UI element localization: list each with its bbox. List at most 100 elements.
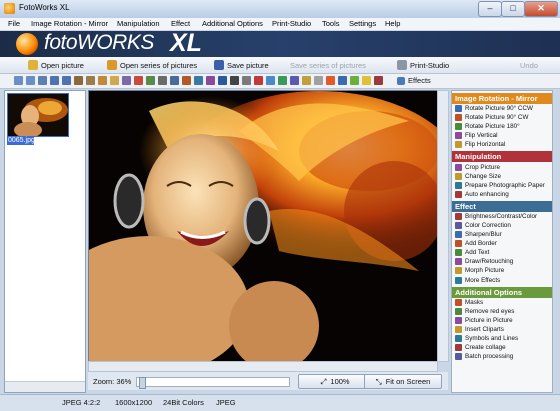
panel-item[interactable]: Flip Horizontal bbox=[452, 140, 552, 149]
menu-file[interactable]: File bbox=[8, 19, 20, 28]
panel-item[interactable]: Flip Vertical bbox=[452, 131, 552, 140]
mask-icon[interactable] bbox=[218, 76, 227, 85]
image-canvas[interactable] bbox=[88, 90, 438, 362]
crop-icon[interactable] bbox=[74, 76, 83, 85]
layer-icon[interactable] bbox=[350, 76, 359, 85]
task-icon bbox=[455, 335, 462, 343]
frame-icon[interactable] bbox=[326, 76, 335, 85]
fit-on-screen-button[interactable]: ⤡ Fit on Screen bbox=[364, 374, 442, 389]
text-tool-icon[interactable] bbox=[230, 76, 239, 85]
collage-icon[interactable] bbox=[302, 76, 311, 85]
panel-item[interactable]: Add Text bbox=[452, 248, 552, 257]
gift-icon[interactable] bbox=[374, 76, 383, 85]
undo-button[interactable]: Undo bbox=[520, 58, 538, 72]
panel-item[interactable]: Sharpen/Blur bbox=[452, 230, 552, 239]
zoom-100-button[interactable]: ⤢ 100% bbox=[298, 374, 372, 389]
menu-tools[interactable]: Tools bbox=[322, 19, 340, 28]
thumbnail-scrollbar[interactable] bbox=[5, 381, 85, 392]
rotate-180-icon[interactable] bbox=[38, 76, 47, 85]
panel-item-label: Create collage bbox=[465, 344, 506, 352]
picture-in-picture-icon[interactable] bbox=[266, 76, 275, 85]
panel-item-label: Flip Vertical bbox=[465, 132, 498, 140]
sharpen-icon[interactable] bbox=[146, 76, 155, 85]
menu-manipulation[interactable]: Manipulation bbox=[117, 19, 160, 28]
auto-enhance-icon[interactable] bbox=[110, 76, 119, 85]
panel-item[interactable]: Batch processing bbox=[452, 352, 552, 361]
close-button[interactable]: ✕ bbox=[524, 1, 558, 17]
task-icon bbox=[455, 276, 462, 284]
panel-item[interactable]: Crop Picture bbox=[452, 162, 552, 171]
save-series-button[interactable]: Save series of pictures bbox=[290, 58, 366, 72]
open-series-button[interactable]: Open series of pictures bbox=[107, 58, 197, 72]
panel-item[interactable]: Auto enhancing bbox=[452, 190, 552, 199]
panel-item[interactable]: Insert Cliparts bbox=[452, 325, 552, 334]
panel-item[interactable]: Rotate Picture 90° CCW bbox=[452, 104, 552, 113]
panel-item[interactable]: Remove red eyes bbox=[452, 307, 552, 316]
flip-vertical-icon[interactable] bbox=[50, 76, 59, 85]
shapes-icon[interactable] bbox=[242, 76, 251, 85]
clipart-icon[interactable] bbox=[278, 76, 287, 85]
red-eye-icon[interactable] bbox=[254, 76, 263, 85]
morph-icon[interactable] bbox=[194, 76, 203, 85]
canvas-horizontal-scrollbar[interactable] bbox=[88, 361, 438, 372]
effects-button[interactable]: Effects bbox=[397, 76, 431, 85]
task-icon bbox=[455, 221, 462, 229]
panel-item[interactable]: Add Border bbox=[452, 239, 552, 248]
panel-item[interactable]: Symbols and Lines bbox=[452, 334, 552, 343]
text-icon[interactable] bbox=[170, 76, 179, 85]
menu-effect[interactable]: Effect bbox=[171, 19, 190, 28]
panel-item[interactable]: Rotate Picture 90° CW bbox=[452, 113, 552, 122]
rotate-ccw-icon[interactable] bbox=[14, 76, 23, 85]
zoom-slider[interactable] bbox=[136, 377, 290, 389]
panel-item[interactable]: Morph Picture bbox=[452, 266, 552, 275]
panel-item-label: Brightness/Contrast/Color bbox=[465, 212, 538, 220]
draw-icon[interactable] bbox=[182, 76, 191, 85]
batch-icon[interactable] bbox=[314, 76, 323, 85]
border-icon[interactable] bbox=[158, 76, 167, 85]
panel-item[interactable]: Picture in Picture bbox=[452, 316, 552, 325]
panel-item-label: Batch processing bbox=[465, 353, 514, 361]
panel-item[interactable]: Prepare Photographic Paper bbox=[452, 181, 552, 190]
menu-additional-options[interactable]: Additional Options bbox=[202, 19, 263, 28]
panel-header[interactable]: Additional Options bbox=[452, 286, 552, 298]
task-icon bbox=[455, 325, 462, 333]
flip-horizontal-icon[interactable] bbox=[62, 76, 71, 85]
thumbnail-image[interactable] bbox=[7, 93, 69, 137]
open-picture-button[interactable]: Open picture bbox=[28, 58, 84, 72]
panel-item-label: More Effects bbox=[465, 276, 501, 284]
panel-item[interactable]: Draw/Retouching bbox=[452, 257, 552, 266]
print-studio-button[interactable]: Print-Studio bbox=[397, 58, 449, 72]
panel-item[interactable]: Change Size bbox=[452, 172, 552, 181]
resize-icon[interactable] bbox=[86, 76, 95, 85]
save-picture-button[interactable]: Save picture bbox=[214, 58, 269, 72]
rotate-cw-icon[interactable] bbox=[26, 76, 35, 85]
panel-item-label: Picture in Picture bbox=[465, 316, 513, 324]
task-icon bbox=[455, 316, 462, 324]
maximize-button[interactable]: □ bbox=[501, 1, 525, 17]
panel-item[interactable]: Masks bbox=[452, 298, 552, 307]
panel-header[interactable]: Image Rotation - Mirror bbox=[452, 93, 552, 104]
canvas-vertical-scrollbar[interactable] bbox=[437, 90, 449, 362]
panel-item[interactable]: Rotate Picture 180° bbox=[452, 122, 552, 131]
minimize-button[interactable]: – bbox=[478, 1, 502, 17]
zoom-slider-thumb[interactable] bbox=[139, 377, 146, 389]
symbols-icon[interactable] bbox=[290, 76, 299, 85]
panel-header[interactable]: Manipulation bbox=[452, 151, 552, 163]
menu-print-studio[interactable]: Print-Studio bbox=[272, 19, 311, 28]
menu-image-rotation[interactable]: Image Rotation - Mirror bbox=[31, 19, 108, 28]
panel-item[interactable]: Create collage bbox=[452, 343, 552, 352]
panel-item[interactable]: Color Correction bbox=[452, 221, 552, 230]
star-icon[interactable] bbox=[362, 76, 371, 85]
panel-item[interactable]: More Effects bbox=[452, 276, 552, 285]
color-correction-icon[interactable] bbox=[134, 76, 143, 85]
panel-item-label: Rotate Picture 90° CW bbox=[465, 114, 529, 122]
panel-header[interactable]: Effect bbox=[452, 200, 552, 212]
panel-item[interactable]: Brightness/Contrast/Color bbox=[452, 212, 552, 221]
paper-icon[interactable] bbox=[98, 76, 107, 85]
filter-icon[interactable] bbox=[338, 76, 347, 85]
panel-item-label: Prepare Photographic Paper bbox=[465, 181, 545, 189]
menu-help[interactable]: Help bbox=[385, 19, 400, 28]
menu-settings[interactable]: Settings bbox=[349, 19, 376, 28]
brightness-icon[interactable] bbox=[122, 76, 131, 85]
effects-icon[interactable] bbox=[206, 76, 215, 85]
